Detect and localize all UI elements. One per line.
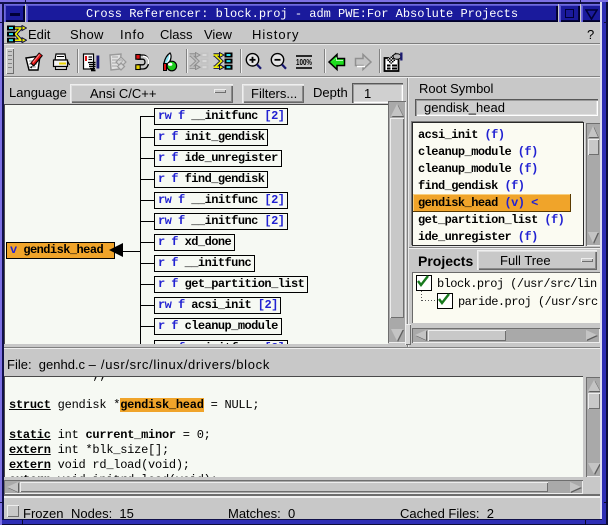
svg-text:100%: 100% bbox=[296, 57, 312, 67]
svg-text:?: ? bbox=[119, 60, 123, 67]
